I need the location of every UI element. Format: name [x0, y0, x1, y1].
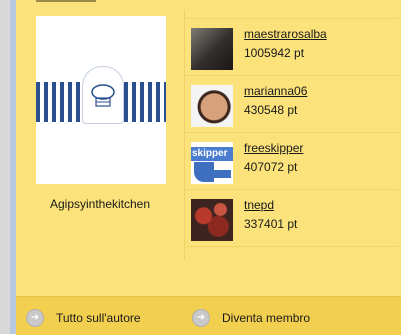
username-link[interactable]: marianna06 — [244, 84, 307, 98]
author-info-label: Tutto sull'autore — [56, 311, 141, 325]
username-link[interactable]: freeskipper — [244, 141, 303, 155]
points-value: 337401 pt — [244, 217, 298, 231]
avatar-text: skipper — [192, 148, 228, 159]
column-divider — [184, 10, 185, 260]
list-item: tnepd 337401 pt — [186, 189, 399, 247]
avatar[interactable] — [191, 85, 233, 127]
points-value: 1005942 pt — [244, 46, 305, 60]
arrow-circle-icon: ➜ — [192, 309, 210, 327]
arrow-circle-icon: ➜ — [26, 309, 44, 327]
author-name[interactable]: Agipsyinthekitchen — [30, 197, 170, 211]
member-list: maestrarosalba 1005942 pt marianna06 430… — [186, 18, 399, 247]
kitchen-logo-icon — [82, 66, 124, 124]
list-item: maestrarosalba 1005942 pt — [186, 18, 399, 75]
top-divider — [36, 0, 96, 2]
username-link[interactable]: maestrarosalba — [244, 27, 327, 41]
left-edge — [0, 0, 16, 334]
avatar[interactable] — [191, 199, 233, 241]
right-border — [401, 0, 405, 334]
username-link[interactable]: tnepd — [244, 198, 274, 212]
become-member-label: Diventa membro — [222, 311, 311, 325]
author-info-link[interactable]: ➜ Tutto sull'autore — [26, 309, 141, 327]
list-item: skipper freeskipper 407072 pt — [186, 132, 399, 189]
list-item: marianna06 430548 pt — [186, 75, 399, 132]
avatar[interactable]: skipper — [191, 142, 233, 184]
footer-bar: ➜ Tutto sull'autore ➜ Diventa membro — [16, 296, 401, 335]
avatar[interactable] — [191, 28, 233, 70]
points-value: 407072 pt — [244, 160, 298, 174]
points-value: 430548 pt — [244, 103, 298, 117]
become-member-link[interactable]: ➜ Diventa membro — [192, 309, 310, 327]
